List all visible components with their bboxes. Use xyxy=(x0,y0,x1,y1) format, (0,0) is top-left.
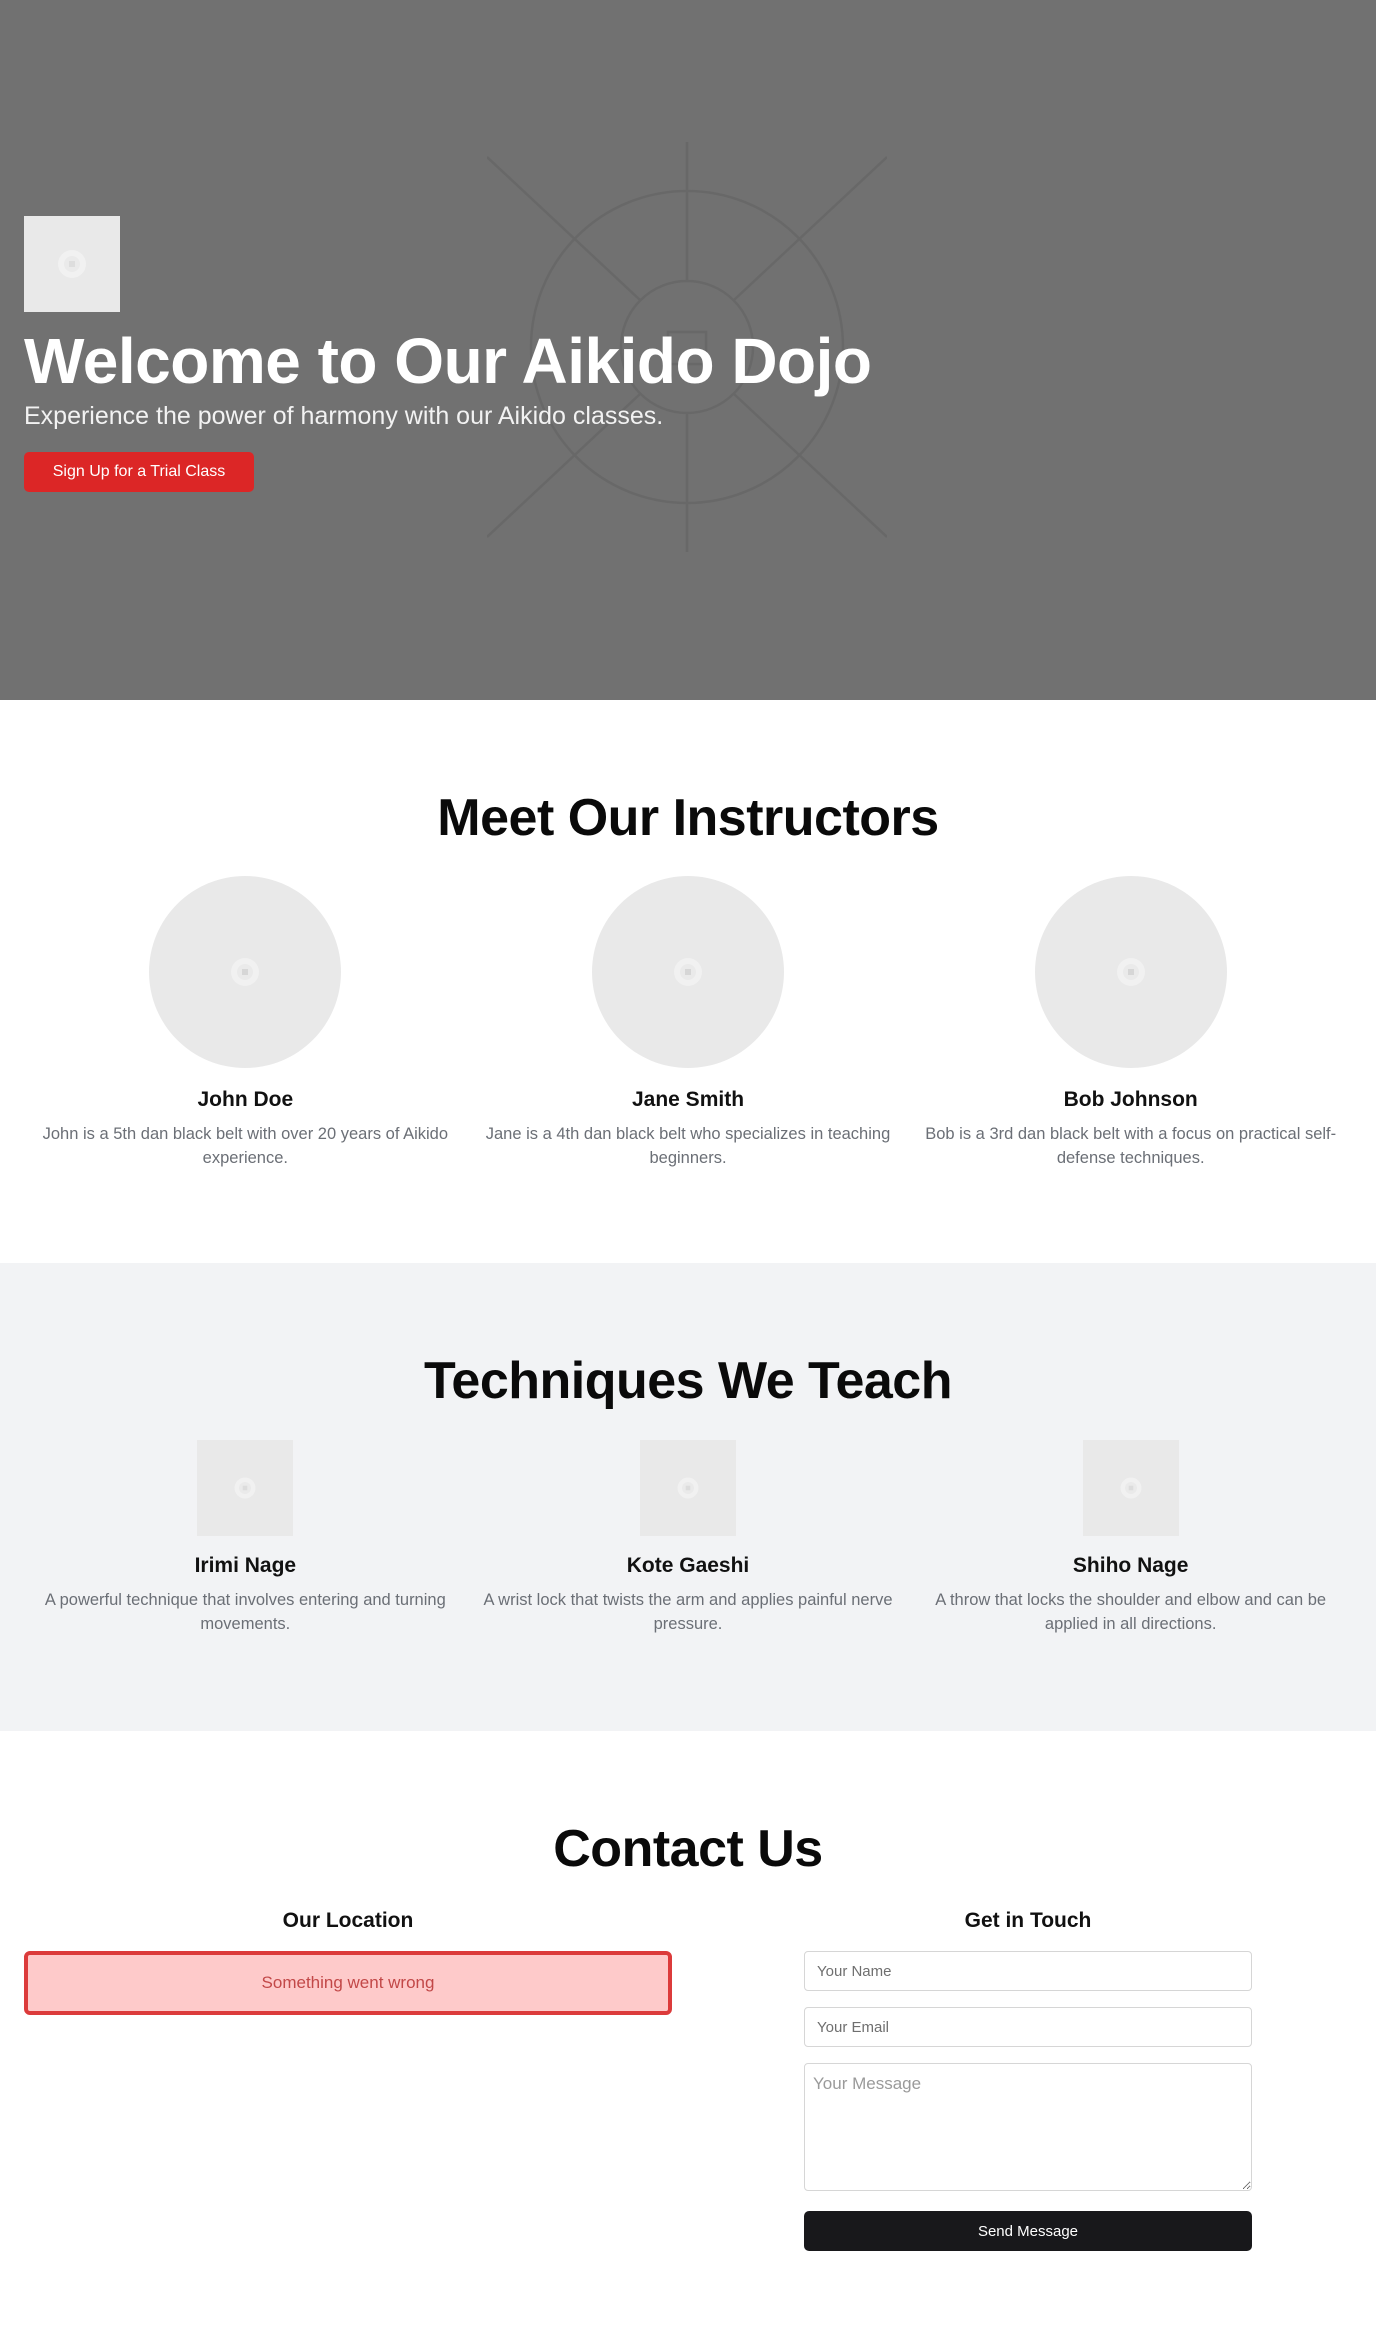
instructor-name: John Doe xyxy=(197,1088,294,1111)
instructor-description: Jane is a 4th dan black belt who special… xyxy=(485,1125,891,1167)
location-title: Our Location xyxy=(282,1909,414,1932)
instructor-card: Jane Smith Jane is a 4th dan black belt … xyxy=(467,876,910,1170)
location-column: Our Location Something went wrong xyxy=(24,1907,672,2015)
hero-content: Welcome to Our Aikido Dojo Experience th… xyxy=(24,216,924,492)
instructor-avatar xyxy=(592,876,784,1068)
contact-section: Contact Us Our Location Something went w… xyxy=(0,1731,1376,2350)
trial-class-signup-button[interactable]: Sign Up for a Trial Class xyxy=(24,452,254,492)
technique-description: A throw that locks the shoulder and elbo… xyxy=(935,1591,1327,1633)
contact-title: Contact Us xyxy=(553,1820,823,1878)
image-placeholder-icon xyxy=(58,250,86,278)
image-placeholder-icon xyxy=(1116,958,1145,986)
instructor-card: John Doe John is a 5th dan black belt wi… xyxy=(24,876,467,1170)
hero-title: Welcome to Our Aikido Dojo xyxy=(24,325,872,397)
technique-image xyxy=(1082,1440,1179,1536)
techniques-section: Techniques We Teach Irimi Nage A powerfu… xyxy=(0,1263,1376,1731)
technique-list: Irimi Nage A powerful technique that inv… xyxy=(24,1440,1352,1636)
map-error-message: Something went wrong xyxy=(24,1951,672,2015)
technique-description: A powerful technique that involves enter… xyxy=(44,1591,446,1633)
instructor-avatar xyxy=(1034,876,1227,1068)
instructor-name: Bob Johnson xyxy=(1063,1088,1198,1111)
technique-name: Irimi Nage xyxy=(194,1554,297,1577)
techniques-title: Techniques We Teach xyxy=(424,1352,952,1410)
instructor-avatar xyxy=(149,876,342,1068)
name-input[interactable] xyxy=(804,1951,1252,1991)
message-textarea[interactable] xyxy=(804,2063,1252,2191)
instructors-title: Meet Our Instructors xyxy=(437,789,939,847)
technique-card: Kote Gaeshi A wrist lock that twists the… xyxy=(467,1440,910,1636)
technique-description: A wrist lock that twists the arm and app… xyxy=(483,1591,893,1633)
send-message-button[interactable]: Send Message xyxy=(804,2211,1252,2251)
hero-logo xyxy=(24,216,120,312)
technique-card: Irimi Nage A powerful technique that inv… xyxy=(24,1440,467,1636)
image-placeholder-icon xyxy=(677,1477,699,1499)
image-placeholder-icon xyxy=(674,958,702,986)
image-placeholder-icon xyxy=(234,1477,256,1499)
hero-subtitle: Experience the power of harmony with our… xyxy=(24,402,664,430)
technique-name: Shiho Nage xyxy=(1072,1554,1189,1577)
contact-form: Get in Touch Send Message xyxy=(804,1907,1252,2251)
email-input[interactable] xyxy=(804,2007,1252,2047)
technique-name: Kote Gaeshi xyxy=(626,1554,750,1577)
image-placeholder-icon xyxy=(231,958,260,986)
technique-image xyxy=(197,1440,294,1536)
image-placeholder-icon xyxy=(1120,1477,1142,1499)
technique-card: Shiho Nage A throw that locks the should… xyxy=(909,1440,1352,1636)
instructor-card: Bob Johnson Bob is a 3rd dan black belt … xyxy=(909,876,1352,1170)
instructor-name: Jane Smith xyxy=(631,1088,745,1111)
contact-form-title: Get in Touch xyxy=(964,1909,1092,1932)
hero-section: Welcome to Our Aikido Dojo Experience th… xyxy=(0,0,1376,700)
instructors-section: Meet Our Instructors John Doe John is a … xyxy=(0,700,1376,1263)
instructor-description: Bob is a 3rd dan black belt with a focus… xyxy=(925,1125,1337,1167)
instructor-list: John Doe John is a 5th dan black belt wi… xyxy=(24,876,1352,1170)
instructor-description: John is a 5th dan black belt with over 2… xyxy=(42,1125,449,1167)
technique-image xyxy=(640,1440,736,1536)
